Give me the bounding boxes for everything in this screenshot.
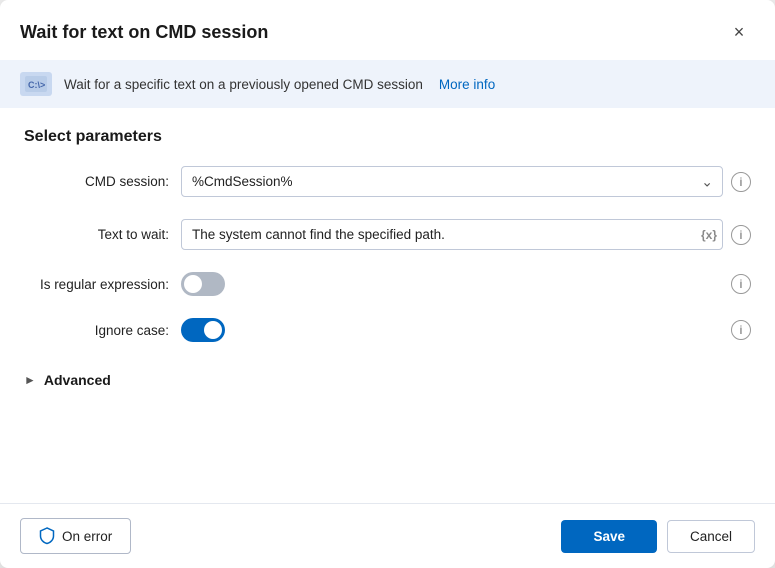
- shield-icon: [39, 527, 55, 545]
- is-regex-label: Is regular expression:: [24, 277, 169, 292]
- is-regex-row: Is regular expression: i: [24, 272, 751, 296]
- cmd-session-select[interactable]: %CmdSession%: [181, 166, 723, 197]
- cancel-button[interactable]: Cancel: [667, 520, 755, 553]
- section-title: Select parameters: [24, 128, 751, 146]
- title-bar: Wait for text on CMD session ×: [0, 0, 775, 60]
- is-regex-toggle[interactable]: [181, 272, 225, 296]
- text-to-wait-info-icon[interactable]: i: [731, 225, 751, 245]
- is-regex-control: i: [181, 272, 751, 296]
- dialog-title: Wait for text on CMD session: [20, 22, 268, 43]
- info-banner: C:\> Wait for a specific text on a previ…: [0, 60, 775, 108]
- ignore-case-label: Ignore case:: [24, 323, 169, 338]
- cmd-session-label: CMD session:: [24, 174, 169, 189]
- form-content: Select parameters CMD session: %CmdSessi…: [0, 108, 775, 503]
- footer: On error Save Cancel: [0, 503, 775, 568]
- ignore-case-toggle[interactable]: [181, 318, 225, 342]
- svg-text:C:\>: C:\>: [28, 80, 45, 90]
- variable-button[interactable]: {x}: [701, 228, 717, 242]
- ignore-case-row: Ignore case: i: [24, 318, 751, 342]
- ignore-case-info-icon[interactable]: i: [731, 320, 751, 340]
- cmd-session-select-wrapper: %CmdSession% ⌄: [181, 166, 723, 197]
- cmd-session-row: CMD session: %CmdSession% ⌄ i: [24, 166, 751, 197]
- text-to-wait-input[interactable]: [181, 219, 723, 250]
- text-to-wait-control: {x} i: [181, 219, 751, 250]
- more-info-link[interactable]: More info: [439, 77, 495, 92]
- advanced-section[interactable]: ► Advanced: [24, 364, 751, 396]
- banner-text: Wait for a specific text on a previously…: [64, 77, 423, 92]
- is-regex-info-icon[interactable]: i: [731, 274, 751, 294]
- ignore-case-control: i: [181, 318, 751, 342]
- save-button[interactable]: Save: [561, 520, 657, 553]
- advanced-chevron-icon: ►: [24, 373, 36, 387]
- cmd-icon: C:\>: [20, 72, 52, 96]
- cmd-session-info-icon[interactable]: i: [731, 172, 751, 192]
- text-to-wait-input-wrapper: {x}: [181, 219, 723, 250]
- cmd-session-control: %CmdSession% ⌄ i: [181, 166, 751, 197]
- footer-actions: Save Cancel: [561, 520, 755, 553]
- text-to-wait-row: Text to wait: {x} i: [24, 219, 751, 250]
- is-regex-toggle-thumb: [184, 275, 202, 293]
- close-button[interactable]: ×: [723, 16, 755, 48]
- advanced-label: Advanced: [44, 372, 111, 388]
- text-to-wait-label: Text to wait:: [24, 227, 169, 242]
- ignore-case-toggle-thumb: [204, 321, 222, 339]
- on-error-label: On error: [62, 529, 112, 544]
- dialog: Wait for text on CMD session × C:\> Wait…: [0, 0, 775, 568]
- on-error-button[interactable]: On error: [20, 518, 131, 554]
